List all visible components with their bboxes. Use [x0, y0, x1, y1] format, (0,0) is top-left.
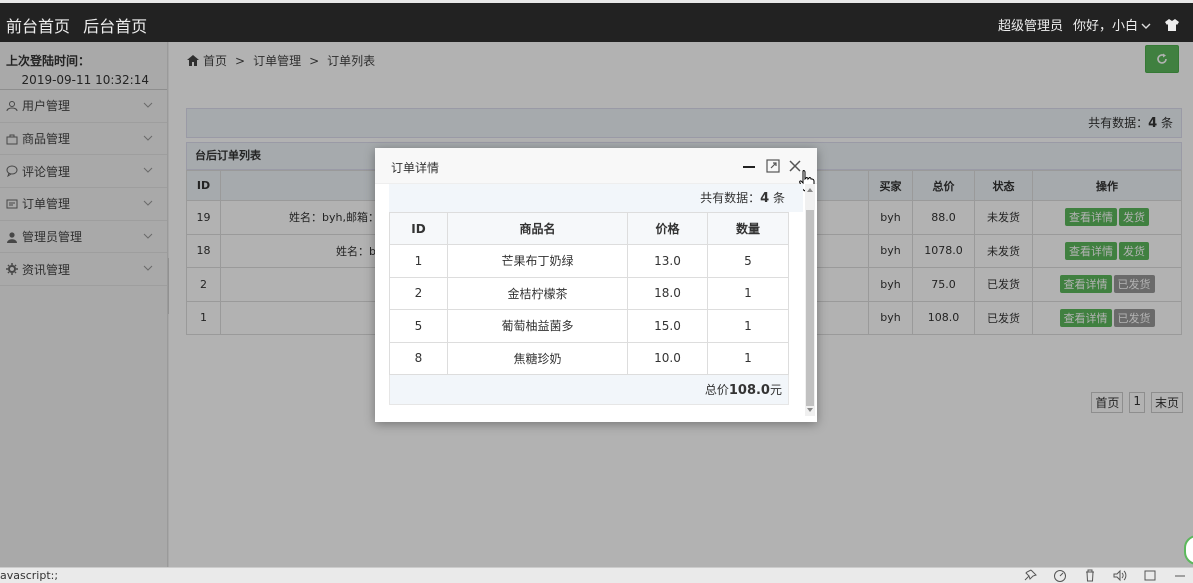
user-area: 超级管理员 你好，小白: [998, 15, 1193, 34]
scroll-down-arrow-icon[interactable]: [807, 408, 813, 412]
order-total: 总价108.0元: [389, 375, 789, 405]
modal-count: 共有数据：4 条: [389, 184, 803, 212]
pin-icon[interactable]: [1023, 569, 1037, 582]
modal-header: 订单详情: [375, 148, 817, 192]
tshirt-icon[interactable]: [1165, 18, 1179, 31]
minimize-icon[interactable]: [741, 158, 757, 174]
cell-product: 葡萄柚益菌多: [447, 309, 628, 343]
cell-quantity: 1: [707, 309, 789, 343]
scroll-up-arrow-icon[interactable]: [807, 188, 813, 192]
order-detail-modal: 订单详情 共有数据：4 条 ID 商品名 价格 数量 1 芒果布丁奶绿 13.0…: [375, 148, 817, 422]
table-row: 1 芒果布丁奶绿 13.0 5: [389, 244, 789, 278]
modal-body: 共有数据：4 条 ID 商品名 价格 数量 1 芒果布丁奶绿 13.0 5 2 …: [389, 184, 803, 422]
nav-backend-home[interactable]: 后台首页: [83, 17, 147, 36]
modal-scrollbar[interactable]: [805, 184, 815, 416]
column-header-quantity: 数量: [707, 212, 789, 245]
chevron-down-icon: [1141, 23, 1151, 29]
minus-icon[interactable]: [1173, 569, 1187, 582]
user-greeting-dropdown[interactable]: 你好，小白: [1073, 15, 1151, 34]
column-header-product: 商品名: [447, 212, 628, 245]
status-url: avascript:;: [0, 569, 59, 582]
table-header-row: ID 商品名 价格 数量: [389, 212, 789, 245]
cell-id: 5: [389, 309, 448, 343]
column-header-id: ID: [389, 212, 448, 245]
cell-price: 15.0: [627, 309, 708, 343]
cell-id: 8: [389, 341, 448, 375]
admin-role: 超级管理员: [997, 19, 1063, 34]
window-icon[interactable]: [1143, 569, 1157, 582]
speed-icon[interactable]: [1053, 569, 1067, 582]
browser-status-bar: avascript:;: [0, 567, 1193, 583]
maximize-icon[interactable]: [765, 158, 781, 174]
cell-quantity: 1: [707, 341, 789, 375]
cell-product: 芒果布丁奶绿: [447, 244, 628, 278]
count-value: 4: [760, 191, 770, 206]
count-label: 共有数据：: [700, 191, 761, 205]
nav-frontend-home[interactable]: 前台首页: [6, 17, 70, 36]
top-nav: 前台首页 后台首页: [6, 13, 155, 37]
count-unit: 条: [772, 191, 785, 205]
cell-quantity: 1: [707, 276, 789, 310]
total-label: 总价: [704, 383, 729, 397]
status-icons: [1023, 569, 1187, 582]
scrollbar-thumb[interactable]: [806, 210, 814, 406]
column-header-price: 价格: [627, 212, 708, 245]
modal-title: 订单详情: [391, 161, 440, 175]
top-navbar: 前台首页 后台首页 超级管理员 你好，小白: [0, 0, 1193, 42]
greeting-text: 你好，小白: [1072, 19, 1138, 34]
table-row: 5 葡萄柚益菌多 15.0 1: [389, 309, 789, 343]
cell-price: 10.0: [627, 341, 708, 375]
trash-icon[interactable]: [1083, 569, 1097, 582]
cell-id: 2: [389, 276, 448, 310]
cell-quantity: 5: [707, 244, 789, 278]
cell-id: 1: [389, 244, 448, 278]
table-row: 2 金桔柠檬茶 18.0 1: [389, 276, 789, 310]
cell-product: 金桔柠檬茶: [447, 276, 628, 310]
cell-product: 焦糖珍奶: [447, 341, 628, 375]
order-items-table: ID 商品名 价格 数量 1 芒果布丁奶绿 13.0 5 2 金桔柠檬茶 18.…: [389, 212, 789, 375]
table-row: 8 焦糖珍奶 10.0 1: [389, 341, 789, 375]
volume-icon[interactable]: [1113, 569, 1127, 582]
cell-price: 18.0: [627, 276, 708, 310]
total-unit: 元: [769, 383, 782, 397]
cell-price: 13.0: [627, 244, 708, 278]
total-value: 108.0: [728, 383, 770, 398]
